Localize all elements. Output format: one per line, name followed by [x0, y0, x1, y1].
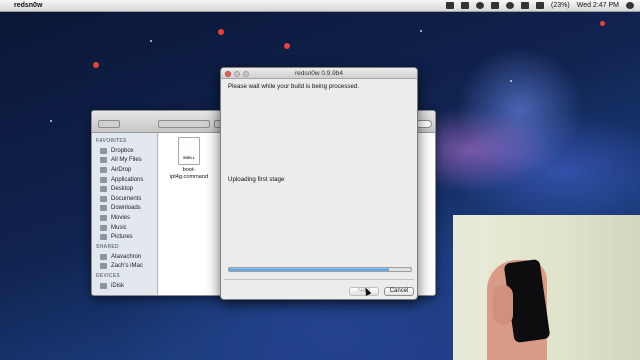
computer-icon	[100, 253, 107, 260]
pictures-icon	[100, 234, 107, 241]
sidebar-item-pictures[interactable]: Pictures	[92, 232, 157, 242]
all-files-icon	[100, 157, 107, 164]
cancel-button[interactable]: Cancel	[384, 287, 414, 296]
menu-bar: redsn0w (23%) Wed 2:47 PM	[0, 0, 640, 12]
sparkle-decoration	[510, 80, 512, 82]
sidebar-item-downloads[interactable]: Downloads	[92, 204, 157, 214]
sparkle-decoration	[420, 30, 422, 32]
sidebar-item-idisk[interactable]: iDisk	[92, 281, 157, 291]
red-star-decoration	[218, 29, 224, 35]
music-icon	[100, 224, 107, 231]
documents-icon	[100, 195, 107, 202]
movies-icon	[100, 214, 107, 221]
file-item[interactable]: SHELL boot-ipt4g.command	[165, 137, 213, 180]
battery-icon[interactable]	[536, 2, 545, 9]
view-mode-buttons[interactable]	[158, 120, 210, 128]
back-forward-buttons[interactable]	[98, 120, 120, 128]
sidebar-item-documents[interactable]: Documents	[92, 194, 157, 204]
finder-sidebar: FAVORITES Dropbox All My Files AirDrop A…	[92, 133, 158, 295]
applications-icon	[100, 176, 107, 183]
red-star-decoration	[600, 21, 605, 26]
zoom-button[interactable]	[243, 70, 249, 77]
disk-icon	[100, 282, 107, 289]
computer-icon	[100, 263, 107, 270]
desktop-icon	[100, 186, 107, 193]
window-controls	[225, 70, 249, 77]
shared-header: SHARED	[96, 243, 119, 250]
redsn0w-window: redsn0w 0.9.9b4 Please wait while your b…	[220, 67, 418, 300]
time-machine-icon[interactable]	[476, 2, 485, 9]
webcam-overlay	[453, 215, 640, 360]
background-wall	[453, 215, 487, 360]
status-text: Uploading first stage	[228, 176, 285, 183]
sidebar-item-desktop[interactable]: Desktop	[92, 184, 157, 194]
divider	[224, 279, 414, 280]
favorites-header: FAVORITES	[96, 138, 127, 144]
fingers-image	[493, 285, 513, 325]
app-menu-name[interactable]: redsn0w	[14, 2, 42, 9]
sparkle-decoration	[50, 120, 52, 122]
file-name: boot-ipt4g.command	[169, 167, 209, 180]
sidebar-item-airdrop[interactable]: AirDrop	[92, 165, 157, 175]
menu-clock[interactable]: Wed 2:47 PM	[577, 2, 619, 9]
shell-script-icon: SHELL	[178, 137, 200, 165]
battery-percent[interactable]: (23%)	[551, 2, 570, 9]
spotlight-icon[interactable]	[626, 2, 634, 9]
sidebar-item-music[interactable]: Music	[92, 223, 157, 233]
red-star-decoration	[93, 62, 99, 68]
status-icon[interactable]	[461, 2, 470, 9]
close-button[interactable]	[225, 70, 231, 77]
sidebar-item-dropbox[interactable]: Dropbox	[92, 146, 157, 156]
bluetooth-icon[interactable]	[491, 2, 500, 9]
progress-bar	[228, 267, 412, 272]
dropbox-icon[interactable]	[446, 2, 455, 9]
sidebar-item-applications[interactable]: Applications	[92, 175, 157, 185]
minimize-button[interactable]	[234, 70, 240, 77]
window-title: redsn0w 0.9.9b4	[294, 70, 344, 77]
wifi-icon[interactable]	[506, 2, 515, 9]
downloads-icon	[100, 205, 107, 212]
sidebar-item-atavachron[interactable]: Atavachron	[92, 252, 157, 262]
progress-bar-fill	[229, 268, 390, 271]
sparkle-decoration	[150, 40, 152, 42]
wait-message: Please wait while your build is being pr…	[228, 83, 360, 90]
window-title-bar[interactable]: redsn0w 0.9.9b4	[221, 68, 417, 79]
status-area: (23%) Wed 2:47 PM	[446, 2, 634, 9]
red-star-decoration	[284, 43, 290, 49]
volume-icon[interactable]	[521, 2, 530, 9]
dropbox-icon	[100, 147, 107, 154]
devices-header: DEVICES	[96, 273, 121, 280]
sidebar-item-movies[interactable]: Movies	[92, 213, 157, 223]
sidebar-item-all-my-files[interactable]: All My Files	[92, 156, 157, 166]
sidebar-item-zachs-imac[interactable]: Zach's iMac	[92, 262, 157, 272]
airdrop-icon	[100, 166, 107, 173]
